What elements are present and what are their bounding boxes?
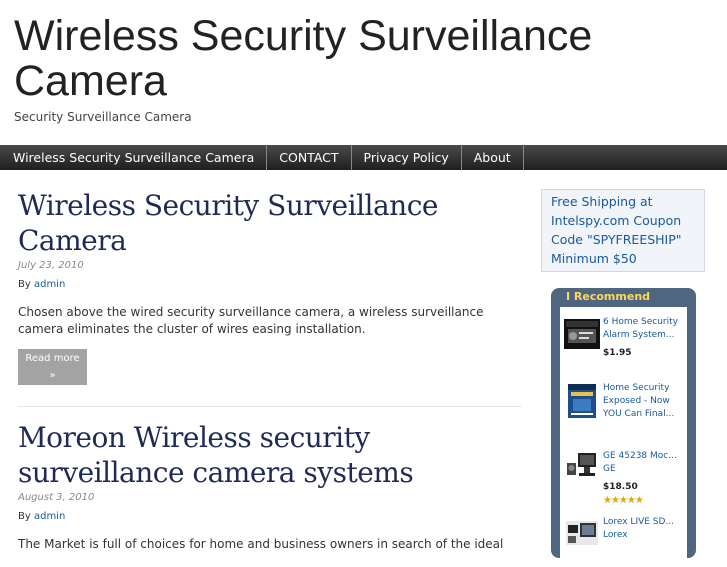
post-1: Wireless Security Surveillance Camera Ju… bbox=[18, 188, 523, 385]
read-more-button[interactable]: Read more » bbox=[18, 349, 87, 385]
site-title[interactable]: Wireless Security Surveillance Camera bbox=[14, 14, 654, 104]
post-2: Moreon Wireless security surveillance ca… bbox=[18, 420, 523, 553]
surveillance-kit-icon[interactable] bbox=[564, 517, 600, 551]
nav-item-home[interactable]: Wireless Security Surveillance Camera bbox=[0, 145, 268, 170]
widget-title: I Recommend bbox=[566, 290, 651, 303]
post-title[interactable]: Moreon Wireless security surveillance ca… bbox=[18, 420, 523, 490]
post-excerpt: Chosen above the wired security surveill… bbox=[18, 305, 484, 336]
camera-monitor-icon[interactable] bbox=[564, 449, 600, 483]
read-more-label: Read more bbox=[25, 353, 80, 364]
post-date: July 23, 2010 bbox=[18, 260, 84, 271]
post-byline: By admin bbox=[18, 279, 523, 290]
recommend-widget: I Recommend 6 Home Security Alarm System… bbox=[551, 288, 696, 567]
item-title[interactable]: Lorex LIVE SD... Lorex bbox=[603, 516, 685, 542]
read-more-arrow: » bbox=[49, 370, 56, 381]
item-title[interactable]: 6 Home Security Alarm System... bbox=[603, 316, 685, 342]
item-price: $1.95 bbox=[603, 348, 632, 358]
site-description: Security Surveillance Camera bbox=[14, 110, 192, 124]
recommend-list: 6 Home Security Alarm System... $1.95 Ho… bbox=[560, 307, 687, 567]
item-title[interactable]: GE 45238 Moc... GE bbox=[603, 450, 685, 476]
promo-link[interactable]: Free Shipping at Intelspy.com Coupon Cod… bbox=[551, 194, 682, 266]
post-byline: By admin bbox=[18, 511, 523, 522]
post-divider bbox=[18, 406, 522, 407]
author-link[interactable]: admin bbox=[34, 279, 65, 290]
post-date: August 3, 2010 bbox=[18, 492, 95, 503]
dvd-case-icon[interactable] bbox=[564, 317, 600, 351]
item-title[interactable]: Home Security Exposed - Now YOU Can Fina… bbox=[603, 382, 685, 421]
nav-item-privacy-policy[interactable]: Privacy Policy bbox=[352, 145, 462, 170]
book-cover-icon[interactable] bbox=[564, 384, 600, 418]
nav-item-about[interactable]: About bbox=[462, 145, 524, 170]
nav-item-contact[interactable]: CONTACT bbox=[267, 145, 352, 170]
promo-box: Free Shipping at Intelspy.com Coupon Cod… bbox=[541, 189, 705, 272]
rating-stars: ★★★★★ bbox=[603, 495, 644, 506]
main-nav: Wireless Security Surveillance Camera CO… bbox=[0, 145, 727, 170]
post-title[interactable]: Wireless Security Surveillance Camera bbox=[18, 188, 523, 258]
item-price: $18.50 bbox=[603, 482, 638, 492]
byline-label: By bbox=[18, 511, 31, 522]
author-link[interactable]: admin bbox=[34, 511, 65, 522]
byline-label: By bbox=[18, 279, 31, 290]
